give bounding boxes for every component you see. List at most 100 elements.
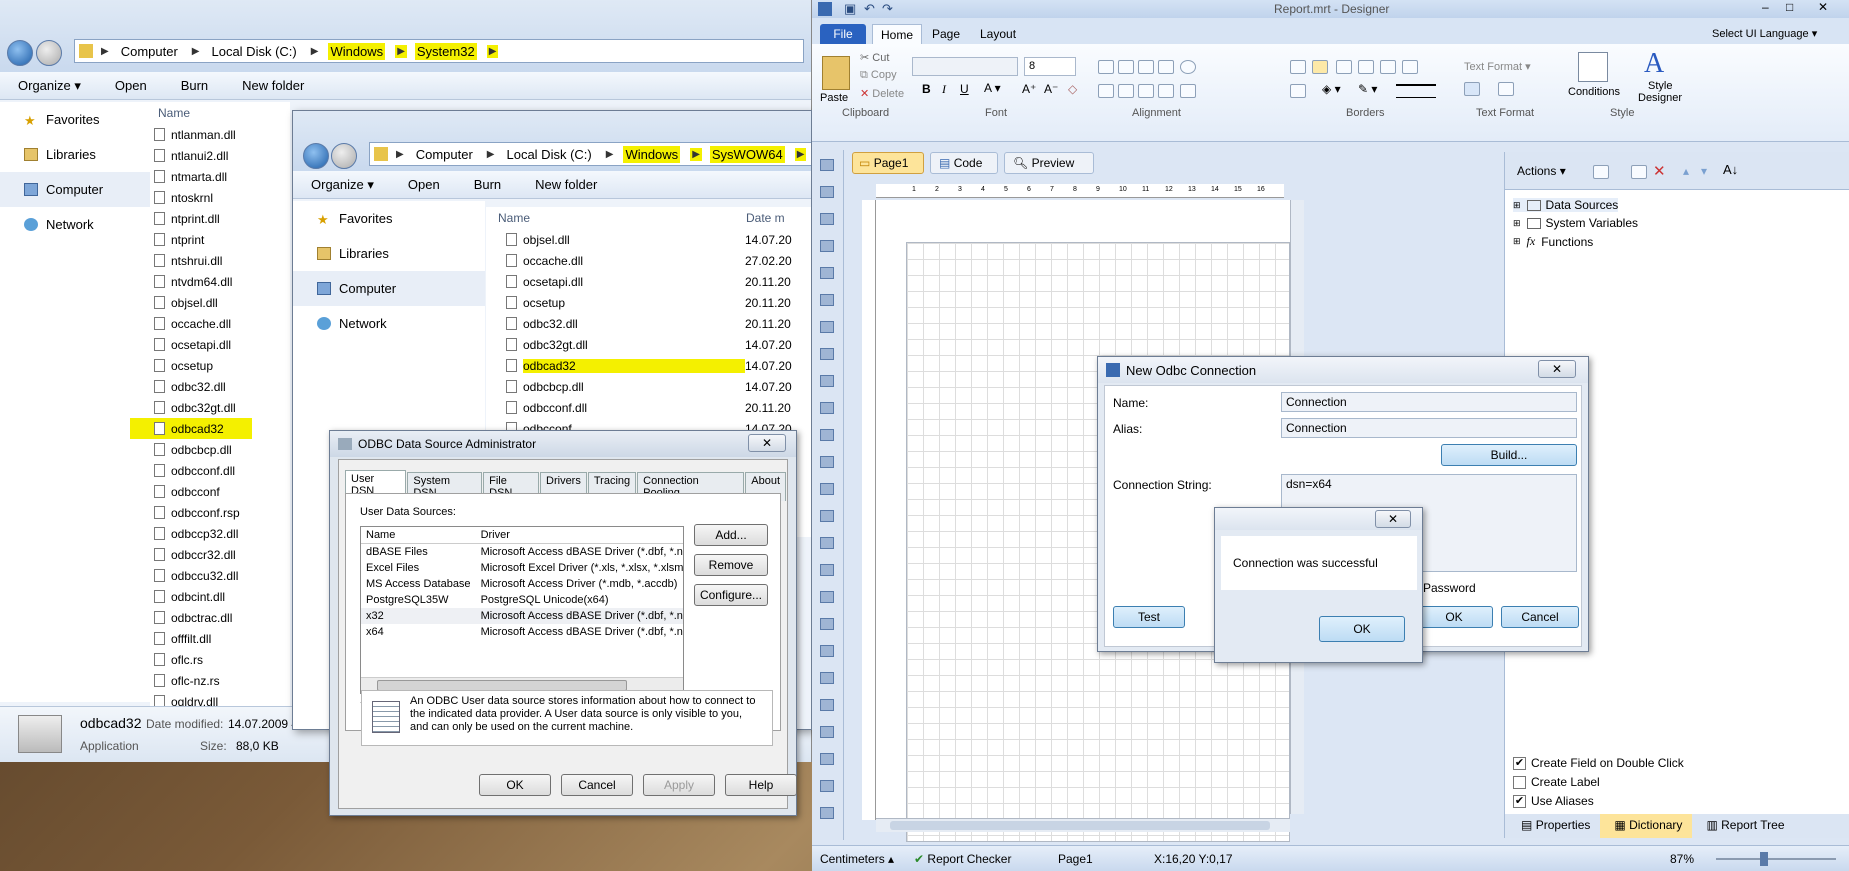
settings-tool[interactable]: [816, 804, 838, 822]
copy-button[interactable]: ⧉ Copy: [860, 69, 897, 82]
shrink-font-button[interactable]: A⁻: [1044, 82, 1058, 96]
shape-tool[interactable]: [816, 642, 838, 660]
file-row[interactable]: ntprint: [150, 229, 290, 250]
new-folder-button[interactable]: New folder: [535, 177, 597, 192]
data-band-tool[interactable]: [816, 291, 838, 309]
file-row[interactable]: odbcconf.dll: [150, 460, 290, 481]
organize-button[interactable]: Organize ▾: [311, 177, 374, 193]
border-none-icon[interactable]: [1312, 60, 1328, 74]
vertical-line-tool[interactable]: [816, 696, 838, 714]
organize-button[interactable]: Organize ▾: [18, 78, 81, 94]
ok-button[interactable]: OK: [1415, 606, 1493, 628]
nav-network[interactable]: Network: [293, 306, 485, 341]
file-row[interactable]: ocsetapi.dll: [150, 334, 290, 355]
nav-computer[interactable]: Computer: [293, 271, 485, 306]
option-create-field-on-double-click[interactable]: ✔ Create Field on Double Click: [1513, 756, 1684, 770]
crumb-computer[interactable]: Computer: [119, 43, 180, 60]
clear-format-button[interactable]: ◇: [1068, 82, 1077, 96]
configure-button[interactable]: Configure...: [694, 584, 768, 606]
column-header-date[interactable]: Date m: [746, 211, 785, 225]
file-row[interactable]: odbcad32 14.07.20: [486, 355, 811, 376]
format-currency-icon[interactable]: [1464, 82, 1480, 96]
name-input[interactable]: Connection: [1281, 392, 1577, 412]
style-designer-label-2[interactable]: Designer: [1638, 92, 1682, 104]
style-designer-icon[interactable]: A: [1644, 48, 1664, 80]
back-button[interactable]: [7, 40, 33, 66]
band-tool[interactable]: [816, 237, 838, 255]
file-row[interactable]: odbc32.dll 20.11.20: [486, 313, 811, 334]
chart-tool[interactable]: [816, 534, 838, 552]
nav-libraries[interactable]: Libraries: [0, 137, 150, 172]
breadcrumb[interactable]: ▶ Computer ▶ Local Disk (C:) ▶ Windows ▶…: [369, 142, 811, 166]
file-row[interactable]: ntprint.dll: [150, 208, 290, 229]
col-name-header[interactable]: Name: [361, 527, 476, 544]
dsn-row[interactable]: Excel Files Microsoft Excel Driver (*.xls…: [361, 560, 683, 576]
border-all-icon[interactable]: [1290, 60, 1306, 74]
col-driver-header[interactable]: Driver: [476, 527, 683, 544]
font-size-combo[interactable]: 8: [1024, 57, 1076, 76]
file-row[interactable]: ocsetapi.dll 20.11.20: [486, 271, 811, 292]
format-percent-icon[interactable]: [1498, 82, 1514, 96]
tree-functions[interactable]: ⊞ fx Functions: [1513, 234, 1593, 249]
font-name-combo[interactable]: [912, 57, 1018, 76]
redo-icon[interactable]: ↷: [882, 1, 893, 17]
tree-data-sources[interactable]: ⊞ Data Sources: [1513, 198, 1619, 212]
open-button[interactable]: Open: [408, 177, 440, 192]
line-tool[interactable]: [816, 669, 838, 687]
select-language-dropdown[interactable]: Select UI Language ▾: [1712, 27, 1817, 40]
dsn-row[interactable]: x32 Microsoft Access dBASE Driver (*.dbf,…: [361, 608, 683, 624]
file-row[interactable]: offfilt.dll: [150, 628, 290, 649]
file-row[interactable]: odbcconf.rsp: [150, 502, 290, 523]
column-header-name[interactable]: Name: [486, 211, 746, 225]
minimize-button[interactable]: –: [1762, 0, 1769, 14]
save-icon[interactable]: ▣: [844, 1, 856, 17]
close-button[interactable]: ✕: [1375, 510, 1411, 528]
column-header-name[interactable]: Name: [150, 102, 290, 124]
crumb-windows[interactable]: Windows: [623, 145, 681, 163]
nav-favorites[interactable]: ★ Favorites: [0, 102, 150, 137]
forward-button[interactable]: [36, 40, 62, 66]
file-row[interactable]: odbcconf: [150, 481, 290, 502]
remove-button[interactable]: Remove: [694, 554, 768, 576]
border-style-button[interactable]: [1396, 84, 1436, 98]
close-button[interactable]: ✕: [1818, 0, 1828, 14]
dsn-row[interactable]: dBASE Files Microsoft Access dBASE Driver…: [361, 544, 683, 561]
file-row[interactable]: ocsetup: [150, 355, 290, 376]
tab-code[interactable]: ▤ Code: [930, 152, 998, 174]
rectangle-tool[interactable]: [816, 723, 838, 741]
tab-home[interactable]: Home: [872, 24, 922, 45]
crumb-local-disk[interactable]: Local Disk (C:): [209, 43, 298, 60]
tree-system-variables[interactable]: ⊞ System Variables: [1513, 216, 1638, 230]
header-band-tool[interactable]: [816, 264, 838, 282]
dsn-row[interactable]: MS Access Database Microsoft Access Drive…: [361, 576, 683, 592]
file-row[interactable]: oflc-nz.rs: [150, 670, 290, 691]
gauge-tool[interactable]: [816, 561, 838, 579]
crumb-local-disk[interactable]: Local Disk (C:): [504, 146, 593, 163]
undo-icon[interactable]: ↶: [864, 1, 875, 17]
close-button[interactable]: ✕: [1538, 360, 1576, 378]
units-dropdown[interactable]: Centimeters ▴: [820, 852, 894, 866]
horizontal-scrollbar[interactable]: [876, 818, 1290, 832]
select-tool[interactable]: [816, 156, 838, 174]
align-left-icon[interactable]: [1098, 84, 1114, 98]
zoom-slider-thumb[interactable]: [1760, 852, 1768, 866]
grow-font-button[interactable]: A⁺: [1022, 82, 1036, 96]
move-up-icon[interactable]: ▴: [1683, 164, 1689, 178]
paste-icon[interactable]: [822, 56, 850, 90]
tab-properties[interactable]: ▤ Properties: [1505, 814, 1600, 838]
crumb-windows[interactable]: Windows: [328, 42, 386, 60]
tab-layout[interactable]: Layout: [980, 27, 1016, 41]
conditions-icon[interactable]: [1578, 52, 1608, 82]
tab-page1[interactable]: ▭ Page1: [852, 152, 924, 174]
image-tool[interactable]: [816, 399, 838, 417]
align-bottom-icon[interactable]: [1138, 60, 1154, 74]
table-tool[interactable]: [816, 507, 838, 525]
text-format-button[interactable]: Text Format ▾: [1464, 60, 1531, 73]
file-row[interactable]: ntvdm64.dll: [150, 271, 290, 292]
format-painter-tool[interactable]: [816, 210, 838, 228]
border-top-icon[interactable]: [1336, 60, 1352, 74]
tab-report-tree[interactable]: ▥ Report Tree: [1692, 814, 1794, 838]
sub-report-tool[interactable]: [816, 777, 838, 795]
align-right-icon[interactable]: [1138, 84, 1154, 98]
file-row[interactable]: odbccp32.dll: [150, 523, 290, 544]
